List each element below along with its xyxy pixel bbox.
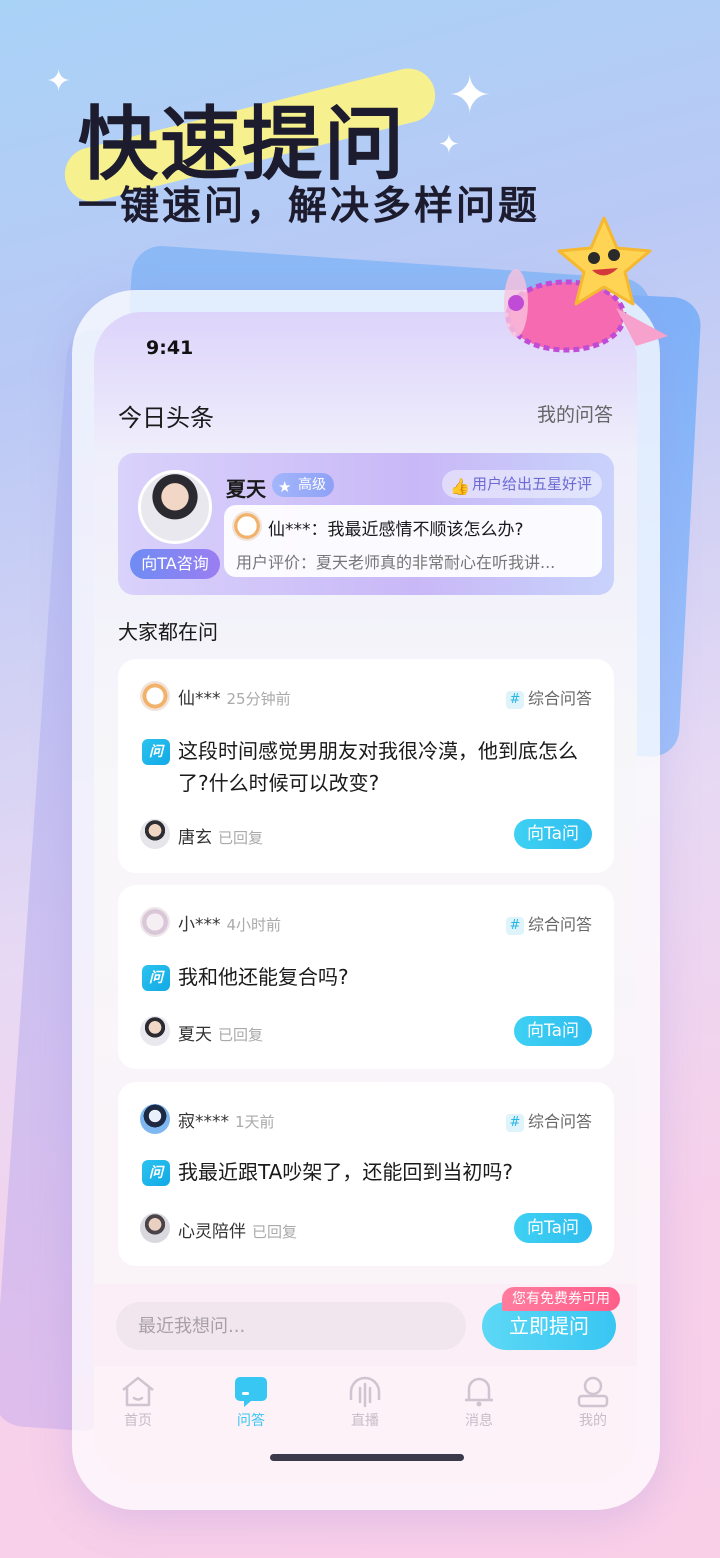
user-avatar	[140, 1104, 170, 1134]
level-badge: ★ 高级	[272, 473, 334, 497]
coupon-badge: 您有免费券可用	[502, 1287, 620, 1311]
question-user: 仙*** 25分钟前	[178, 684, 291, 709]
page-title: 今日头条	[118, 404, 214, 432]
answerer-name: 唐玄	[178, 828, 212, 848]
user-name: 小***	[178, 915, 221, 935]
answerer: 夏天 已回复	[178, 1020, 263, 1045]
tab-label: 直播	[351, 1413, 379, 1429]
tab-label: 我的	[579, 1413, 607, 1429]
user-name: 仙***	[178, 689, 221, 709]
question-input[interactable]	[116, 1302, 466, 1350]
home-indicator	[270, 1454, 464, 1461]
thumbs-up-icon: 👍	[449, 477, 470, 496]
question-icon: 问	[142, 739, 170, 765]
tab-label: 问答	[237, 1413, 265, 1429]
category-tag[interactable]: # 综合问答	[505, 911, 592, 935]
asker-avatar	[232, 511, 262, 541]
hash-icon: #	[505, 691, 524, 709]
question-user: 寂**** 1天前	[178, 1107, 275, 1132]
tab-label: 消息	[465, 1413, 493, 1429]
category-tag[interactable]: # 综合问答	[505, 1108, 592, 1132]
answerer-name: 夏天	[178, 1025, 212, 1045]
featured-review: 用户评价：夏天老师真的非常耐心在听我讲...	[236, 553, 556, 572]
category-tag[interactable]: # 综合问答	[505, 685, 592, 709]
star-icon: ★	[278, 478, 292, 496]
rating-badge: 👍 用户给出五星好评	[441, 470, 602, 498]
star-mascot-illustration	[504, 216, 668, 353]
status-time: 9:41	[146, 337, 194, 359]
rating-badge-label: 用户给出五星好评	[471, 475, 592, 493]
answerer: 唐玄 已回复	[178, 823, 263, 848]
user-name: 寂****	[178, 1112, 229, 1132]
category-label: 综合问答	[527, 915, 592, 934]
category-label: 综合问答	[527, 1112, 592, 1131]
tab-qa[interactable]: 问答	[211, 1374, 291, 1430]
tab-live[interactable]: 直播	[325, 1374, 405, 1430]
ask-ta-button[interactable]: 向Ta问	[514, 1213, 592, 1243]
hash-icon: #	[505, 1114, 524, 1132]
bell-icon	[465, 1377, 493, 1407]
featured-question: 仙***：我最近感情不顺该怎么办?	[268, 520, 524, 540]
ask-ta-button[interactable]: 向Ta问	[514, 1016, 592, 1046]
sparkle-icon: ✦	[46, 64, 72, 99]
sparkle-icon: ✦	[438, 130, 460, 160]
question-text: 我最近跟TA吵架了，还能回到当初吗?	[178, 1160, 513, 1184]
hash-icon: #	[505, 917, 524, 935]
profile-icon	[577, 1376, 609, 1408]
tab-home[interactable]: 首页	[98, 1374, 178, 1430]
answerer: 心灵陪伴 已回复	[178, 1217, 297, 1242]
question-user: 小*** 4小时前	[178, 910, 281, 935]
question-text: 这段时间感觉男朋友对我很冷漠，他到底怎么了?什么时候可以改变?	[178, 739, 578, 795]
category-label: 综合问答	[527, 689, 592, 708]
home-icon	[122, 1376, 154, 1407]
answerer-avatar	[140, 1016, 170, 1046]
my-questions-link[interactable]: 我的问答	[537, 400, 613, 427]
ask-bar: 立即提问 您有免费券可用	[94, 1284, 637, 1366]
user-avatar	[140, 681, 170, 711]
ask-ta-button[interactable]: 向Ta问	[514, 819, 592, 849]
question-time: 4小时前	[226, 916, 282, 934]
reply-status: 已回复	[218, 829, 264, 847]
tab-messages[interactable]: 消息	[439, 1374, 519, 1430]
tab-label: 首页	[124, 1413, 152, 1429]
live-icon	[349, 1376, 381, 1408]
featured-question-box: 仙***：我最近感情不顺该怎么办? 用户评价：夏天老师真的非常耐心在听我讲...	[224, 505, 602, 577]
sparkle-icon: ✦	[448, 66, 492, 126]
question-card[interactable]: 寂**** 1天前 # 综合问答 问 我最近跟TA吵架了，还能回到当初吗? 心灵陪伴…	[118, 1082, 614, 1266]
reply-status: 已回复	[252, 1223, 298, 1241]
question-icon: 问	[142, 965, 170, 991]
question-icon: 问	[142, 1160, 170, 1186]
answerer-name: 心灵陪伴	[178, 1222, 246, 1242]
question-time: 25分钟前	[226, 690, 291, 708]
featured-counselor-card[interactable]: 向TA咨询 夏天 ★ 高级 👍 用户给出五星好评 仙***：我最近感情不顺该怎么…	[118, 453, 614, 595]
consult-button[interactable]: 向TA咨询	[130, 549, 220, 579]
app-screen: 9:41 今日头条 我的问答 向TA咨询 夏天 ★ 高级 👍 用户给出五星好评 …	[94, 312, 637, 1484]
bottom-tab-bar: 首页 问答 直播 消息 我的	[94, 1366, 637, 1484]
section-title: 大家都在问	[118, 620, 218, 644]
level-label: 高级	[298, 477, 326, 493]
question-card[interactable]: 仙*** 25分钟前 # 综合问答 问 这段时间感觉男朋友对我很冷漠，他到底怎么了?…	[118, 659, 614, 873]
hero-subtitle: 一键速问，解决多样问题	[78, 184, 541, 229]
chat-icon	[235, 1377, 267, 1407]
reply-status: 已回复	[218, 1026, 264, 1044]
question-card[interactable]: 小*** 4小时前 # 综合问答 问 我和他还能复合吗? 夏天 已回复 向Ta问	[118, 885, 614, 1069]
answerer-avatar	[140, 819, 170, 849]
tab-profile[interactable]: 我的	[553, 1374, 633, 1430]
user-avatar	[140, 907, 170, 937]
question-time: 1天前	[235, 1113, 275, 1131]
answerer-avatar	[140, 1213, 170, 1243]
counselor-name: 夏天	[226, 477, 266, 501]
question-text: 我和他还能复合吗?	[178, 965, 349, 989]
counselor-avatar	[138, 470, 212, 544]
